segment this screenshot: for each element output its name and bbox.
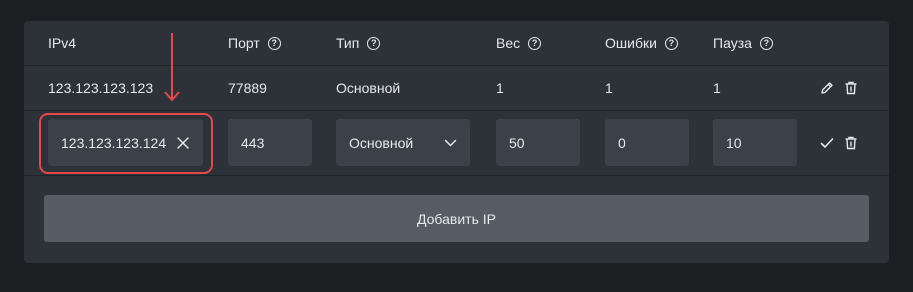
edit-pencil-icon[interactable] xyxy=(819,80,835,96)
weight-input-value: 50 xyxy=(509,134,525,151)
cell-ip: 123.123.123.123 xyxy=(48,80,154,96)
column-label: Порт xyxy=(228,35,260,51)
trash-icon[interactable] xyxy=(843,135,859,151)
pause-input-value: 10 xyxy=(726,134,742,151)
weight-input[interactable]: 50 xyxy=(496,119,580,166)
column-label: IPv4 xyxy=(48,35,77,51)
add-ip-button[interactable]: Добавить IP xyxy=(44,195,869,242)
column-label: Ошибки xyxy=(605,35,657,51)
table-row-editing: 123.123.123.124 443 Основной 50 0 10 xyxy=(24,111,889,176)
type-select-value: Основной xyxy=(349,134,414,151)
trash-icon[interactable] xyxy=(843,80,859,96)
ip-input-value: 123.123.123.124 xyxy=(61,134,167,151)
column-header-type: Тип ? xyxy=(336,21,381,65)
port-input[interactable]: 443 xyxy=(228,119,312,166)
cell-type: Основной xyxy=(336,80,401,96)
help-icon[interactable]: ? xyxy=(664,36,678,50)
help-icon[interactable]: ? xyxy=(367,36,381,50)
column-header-pause: Пауза ? xyxy=(713,21,773,65)
ip-table-panel: IPv4 Порт ? Тип ? Вес ? Ошибки ? Пауза ?… xyxy=(24,21,889,263)
table-row: 123.123.123.123 77889 Основной 1 1 1 xyxy=(24,66,889,111)
help-icon[interactable]: ? xyxy=(759,36,773,50)
help-icon[interactable]: ? xyxy=(267,36,281,50)
clear-x-icon[interactable] xyxy=(176,136,190,150)
column-header-port: Порт ? xyxy=(228,21,281,65)
column-header-errors: Ошибки ? xyxy=(605,21,678,65)
edit-row-actions xyxy=(819,111,859,175)
column-label: Пауза xyxy=(713,35,752,51)
annotation-arrow-icon xyxy=(164,33,180,101)
column-label: Вес xyxy=(496,35,521,51)
errors-input[interactable]: 0 xyxy=(605,119,689,166)
column-header-weight: Вес ? xyxy=(496,21,542,65)
checkmark-icon[interactable] xyxy=(819,135,835,151)
cell-pause: 1 xyxy=(713,80,721,96)
column-label: Тип xyxy=(336,35,360,51)
cell-errors: 1 xyxy=(605,80,613,96)
pause-input[interactable]: 10 xyxy=(713,119,797,166)
ip-input[interactable]: 123.123.123.124 xyxy=(48,119,203,166)
type-select[interactable]: Основной xyxy=(336,119,470,166)
cell-port: 77889 xyxy=(228,80,267,96)
port-input-value: 443 xyxy=(241,134,265,151)
row-actions xyxy=(819,66,859,110)
help-icon[interactable]: ? xyxy=(528,36,542,50)
cell-weight: 1 xyxy=(496,80,504,96)
table-header: IPv4 Порт ? Тип ? Вес ? Ошибки ? Пауза ? xyxy=(24,21,889,66)
chevron-down-icon xyxy=(444,139,457,147)
column-header-ipv4: IPv4 xyxy=(48,21,76,65)
errors-input-value: 0 xyxy=(618,134,626,151)
